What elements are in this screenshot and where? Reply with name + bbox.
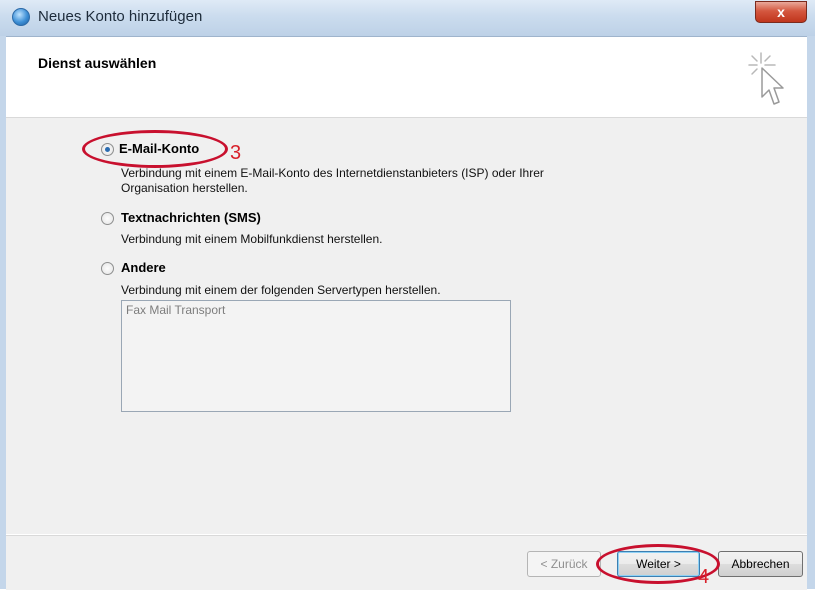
- window-title: Neues Konto hinzufügen: [38, 8, 203, 25]
- option-label-sms[interactable]: Textnachrichten (SMS): [121, 210, 261, 225]
- radio-sms[interactable]: [101, 212, 114, 225]
- window-frame-right: [807, 36, 815, 589]
- option-label-other[interactable]: Andere: [121, 260, 166, 275]
- option-desc-other: Verbindung mit einem der folgenden Serve…: [121, 283, 441, 297]
- back-button[interactable]: < Zurück: [527, 551, 601, 577]
- radio-other[interactable]: [101, 262, 114, 275]
- outlook-app-icon: [12, 8, 30, 26]
- annotation-step-4: 4: [698, 566, 710, 588]
- annotation-step-3: 3: [230, 142, 242, 164]
- option-desc-email-line1: Verbindung mit einem E-Mail-Konto des In…: [121, 166, 544, 180]
- option-desc-email-line2: Organisation herstellen.: [121, 181, 248, 195]
- close-button[interactable]: x: [755, 1, 807, 23]
- server-types-list[interactable]: Fax Mail Transport: [121, 300, 511, 412]
- page-title: Dienst auswählen: [38, 55, 157, 71]
- wizard-cursor-sparkle-icon: [748, 52, 784, 105]
- option-desc-sms: Verbindung mit einem Mobilfunkdienst her…: [121, 232, 383, 246]
- title-bar: Neues Konto hinzufügen x: [0, 0, 815, 37]
- annotation-ellipse-email: [82, 130, 228, 168]
- wizard-header: Dienst auswählen: [6, 37, 807, 118]
- list-item[interactable]: Fax Mail Transport: [126, 303, 225, 317]
- cancel-button[interactable]: Abbrechen: [718, 551, 803, 577]
